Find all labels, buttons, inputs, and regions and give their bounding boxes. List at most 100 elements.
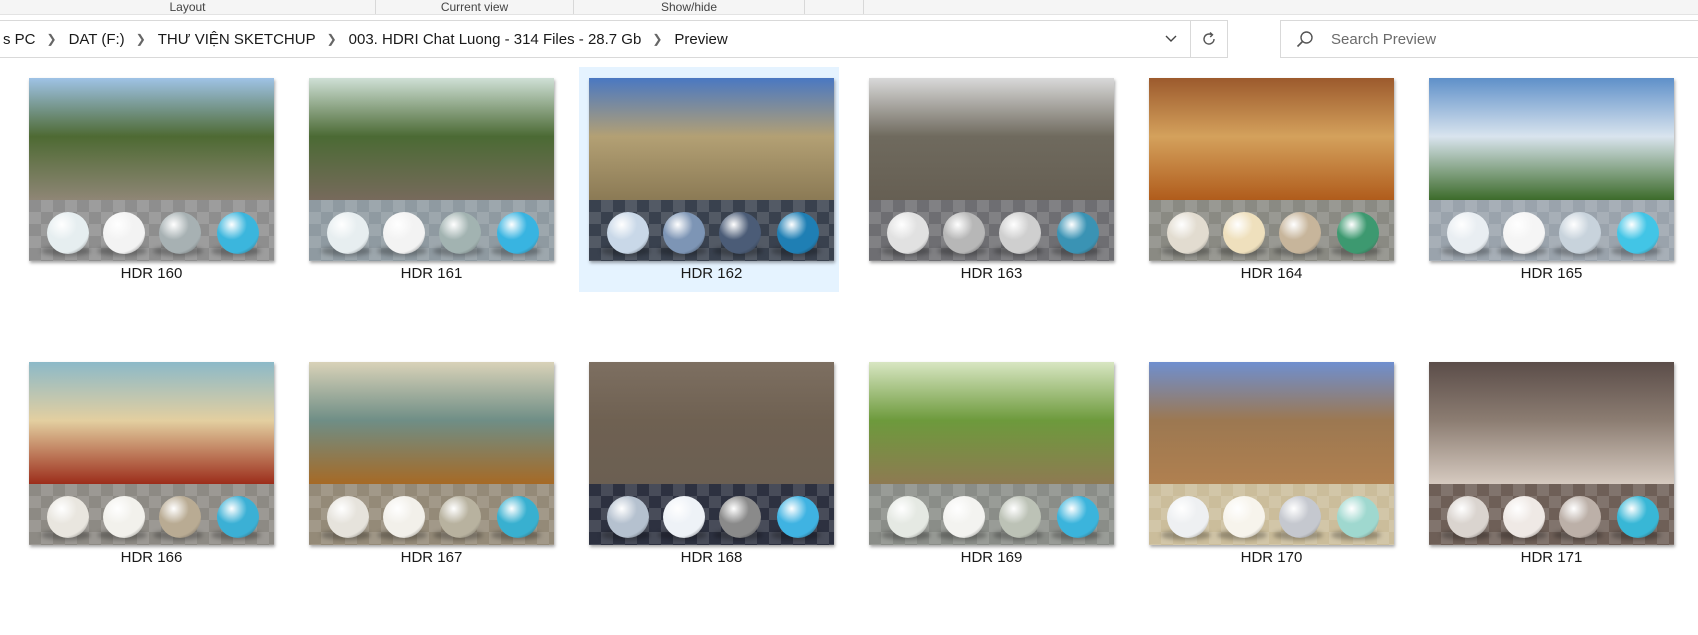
- hdri-panorama: [1149, 362, 1394, 484]
- file-name: HDR 163: [960, 265, 1023, 282]
- material-sphere: [943, 212, 985, 254]
- material-sphere: [159, 496, 201, 538]
- ribbon-group-labels: Layout Current view Show/hide: [0, 0, 1698, 15]
- material-sphere: [1279, 496, 1321, 538]
- material-sphere: [943, 496, 985, 538]
- material-sphere: [1617, 212, 1659, 254]
- breadcrumb-thu-vien-sketchup[interactable]: THƯ VIỆN SKETCHUP: [155, 31, 319, 48]
- file-name: HDR 171: [1520, 549, 1583, 566]
- material-sphere: [663, 496, 705, 538]
- material-sphere: [999, 496, 1041, 538]
- material-sphere: [663, 212, 705, 254]
- hdri-panorama: [1429, 78, 1674, 200]
- material-sphere: [383, 496, 425, 538]
- material-sphere: [1167, 496, 1209, 538]
- file-thumbnail: [29, 78, 274, 261]
- material-sphere: [159, 212, 201, 254]
- refresh-button[interactable]: [1191, 21, 1227, 57]
- material-sphere: [383, 212, 425, 254]
- material-sphere: [1167, 212, 1209, 254]
- material-sphere: [1559, 496, 1601, 538]
- material-sphere: [1447, 212, 1489, 254]
- file-thumbnail: [869, 362, 1114, 545]
- file-thumbnail: [869, 78, 1114, 261]
- breadcrumb-preview[interactable]: Preview: [671, 31, 730, 48]
- file-name: HDR 166: [120, 549, 183, 566]
- file-item[interactable]: HDR 168: [579, 351, 839, 576]
- file-name: HDR 164: [1240, 265, 1303, 282]
- file-name: HDR 167: [400, 549, 463, 566]
- file-item[interactable]: HDR 160: [19, 67, 279, 292]
- file-item[interactable]: HDR 165: [1419, 67, 1679, 292]
- ribbon-group-current-view: Current view: [376, 0, 574, 14]
- file-thumbnail: [1149, 78, 1394, 261]
- hdri-panorama: [1429, 362, 1674, 484]
- hdri-panorama: [589, 362, 834, 484]
- material-sphere: [719, 496, 761, 538]
- search-box[interactable]: [1280, 20, 1698, 58]
- file-thumbnail: [589, 362, 834, 545]
- file-name: HDR 169: [960, 549, 1023, 566]
- material-sphere: [327, 496, 369, 538]
- file-item[interactable]: HDR 163: [859, 67, 1119, 292]
- chevron-down-icon: [1165, 35, 1177, 42]
- file-item[interactable]: HDR 170: [1139, 351, 1399, 576]
- file-name: HDR 160: [120, 265, 183, 282]
- material-sphere: [47, 212, 89, 254]
- material-sphere: [1279, 212, 1321, 254]
- material-sphere: [327, 212, 369, 254]
- material-sphere: [1447, 496, 1489, 538]
- material-sphere: [1503, 496, 1545, 538]
- material-sphere: [497, 212, 539, 254]
- file-item[interactable]: HDR 161: [299, 67, 559, 292]
- chevron-right-icon[interactable]: ❯: [128, 32, 155, 46]
- file-item[interactable]: HDR 167: [299, 351, 559, 576]
- material-sphere: [217, 212, 259, 254]
- material-sphere: [1559, 212, 1601, 254]
- file-name: HDR 161: [400, 265, 463, 282]
- file-thumbnail: [1149, 362, 1394, 545]
- breadcrumb-hdri-folder[interactable]: 003. HDRI Chat Luong - 314 Files - 28.7 …: [346, 31, 645, 48]
- file-thumbnail: [1429, 362, 1674, 545]
- chevron-right-icon[interactable]: ❯: [644, 32, 671, 46]
- material-sphere: [439, 212, 481, 254]
- file-name: HDR 170: [1240, 549, 1303, 566]
- material-sphere: [103, 496, 145, 538]
- material-sphere: [1617, 496, 1659, 538]
- refresh-icon: [1203, 31, 1215, 45]
- breadcrumb-drive-f[interactable]: DAT (F:): [66, 31, 128, 48]
- file-item[interactable]: HDR 171: [1419, 351, 1679, 576]
- hdri-panorama: [869, 78, 1114, 200]
- file-item[interactable]: HDR 164: [1139, 67, 1399, 292]
- breadcrumb: s PC ❯ DAT (F:) ❯ THƯ VIỆN SKETCHUP ❯ 00…: [0, 31, 1152, 48]
- hdri-panorama: [589, 78, 834, 200]
- breadcrumb-this-pc[interactable]: s PC: [0, 31, 39, 48]
- file-item[interactable]: HDR 169: [859, 351, 1119, 576]
- hdri-panorama: [29, 362, 274, 484]
- ribbon-group-layout: Layout: [0, 0, 376, 14]
- material-sphere: [497, 496, 539, 538]
- material-sphere: [777, 212, 819, 254]
- material-sphere: [607, 496, 649, 538]
- hdri-panorama: [29, 78, 274, 200]
- ribbon-group-show-hide: Show/hide: [574, 0, 805, 14]
- hdri-panorama: [309, 78, 554, 200]
- chevron-right-icon[interactable]: ❯: [319, 32, 346, 46]
- material-sphere: [1057, 212, 1099, 254]
- file-thumbnail: [309, 78, 554, 261]
- material-sphere: [607, 212, 649, 254]
- file-item[interactable]: HDR 166: [19, 351, 279, 576]
- file-thumbnail: [1429, 78, 1674, 261]
- address-history-dropdown[interactable]: [1152, 21, 1191, 57]
- address-bar[interactable]: s PC ❯ DAT (F:) ❯ THƯ VIỆN SKETCHUP ❯ 00…: [0, 20, 1228, 58]
- chevron-right-icon[interactable]: ❯: [39, 32, 66, 46]
- material-sphere: [999, 212, 1041, 254]
- file-item[interactable]: HDR 162: [579, 67, 839, 292]
- file-name: HDR 165: [1520, 265, 1583, 282]
- material-sphere: [1337, 212, 1379, 254]
- material-sphere: [1223, 496, 1265, 538]
- material-sphere: [1337, 496, 1379, 538]
- search-input[interactable]: [1331, 30, 1671, 48]
- material-sphere: [1503, 212, 1545, 254]
- material-sphere: [103, 212, 145, 254]
